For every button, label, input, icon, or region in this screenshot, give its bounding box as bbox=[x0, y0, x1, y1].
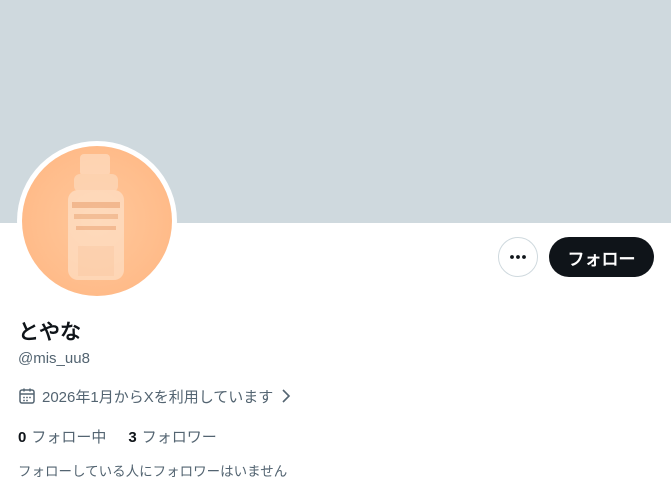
display-name: とやな bbox=[18, 321, 81, 344]
joined-date-text: 2026年1月からXを利用しています bbox=[42, 388, 274, 406]
chevron-right-icon bbox=[282, 389, 291, 403]
following-count: 0 bbox=[18, 429, 27, 446]
avatar[interactable] bbox=[22, 146, 172, 296]
follow-stats: 0 フォロー中 3 フォロワー bbox=[18, 426, 217, 447]
mutual-followers-note: フォローしている人にフォロワーはいません bbox=[18, 464, 288, 479]
username-handle: @mis_uu8 bbox=[18, 350, 90, 367]
more-horizontal-icon bbox=[510, 255, 526, 259]
calendar-icon bbox=[19, 388, 35, 404]
following-link[interactable]: 0 フォロー中 bbox=[18, 426, 106, 447]
joined-date-link[interactable]: 2026年1月からXを利用しています bbox=[18, 385, 293, 407]
avatar-image bbox=[68, 154, 124, 280]
profile-page: フォロー とやな @mis_uu8 2026年1月からXを利用しています 0 フ… bbox=[0, 0, 671, 495]
following-label: フォロー中 bbox=[31, 429, 107, 446]
followers-label: フォロワー bbox=[141, 429, 217, 446]
followers-link[interactable]: 3 フォロワー bbox=[128, 426, 216, 447]
followers-count: 3 bbox=[128, 429, 137, 446]
more-options-button[interactable] bbox=[498, 237, 538, 277]
follow-button[interactable]: フォロー bbox=[549, 237, 654, 277]
